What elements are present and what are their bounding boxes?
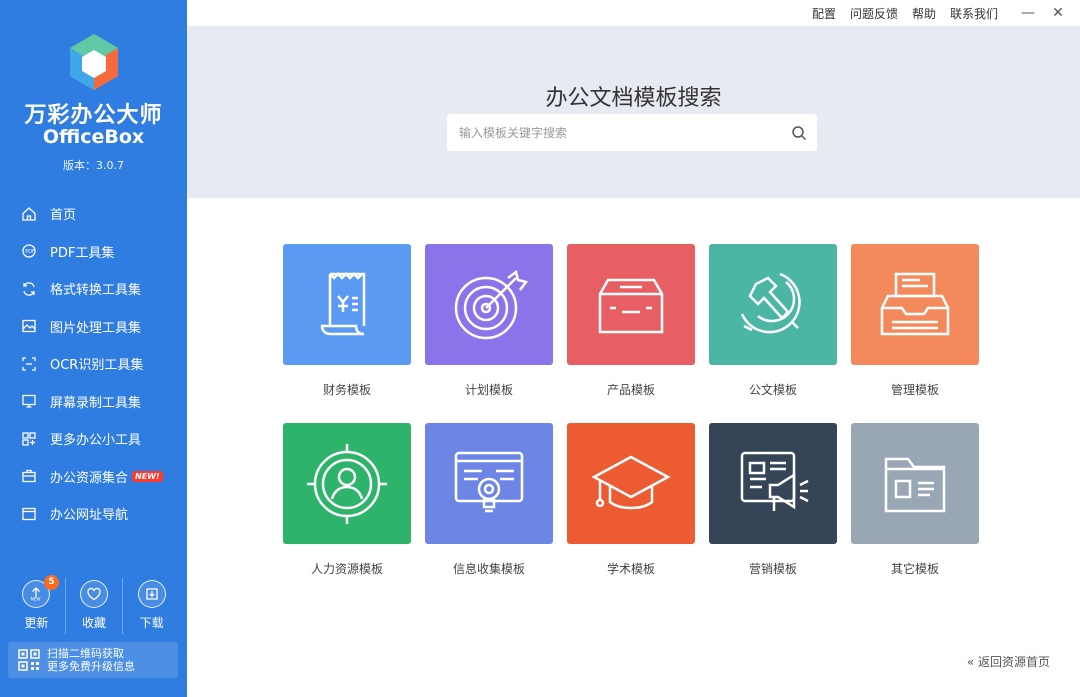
sidebar-item-screen-record[interactable]: 屏幕录制工具集 [0, 383, 187, 421]
sidebar-item-pdf[interactable]: PDF PDF工具集 [0, 233, 187, 271]
template-label-finance: 财务模板 [322, 383, 371, 397]
qr-promo[interactable]: 扫描二维码获取 更多免费升级信息 [8, 642, 178, 678]
qr-code-icon [18, 649, 40, 671]
home-icon [20, 205, 38, 223]
template-label-official-docs: 公文模板 [748, 383, 797, 397]
sidebar-item-label: 图片处理工具集 [50, 320, 142, 336]
folder-icon [884, 457, 946, 512]
sidebar-item-web-nav[interactable]: 办公网址导航 [0, 495, 187, 533]
sidebar-item-label: 格式转换工具集 [50, 283, 142, 299]
ocr-icon [20, 355, 38, 373]
favorite-label: 收藏 [82, 616, 107, 630]
template-label-info-collection: 信息收集模板 [452, 562, 525, 576]
close-button[interactable]: ✕ [1046, 5, 1070, 21]
sidebar-item-label: 首页 [50, 208, 77, 224]
file-tray-icon [880, 272, 950, 335]
contact-link[interactable]: 联系我们 [950, 5, 998, 22]
search-banner: 办公文档模板搜索 [187, 26, 1080, 198]
app-version: 版本：3.0.7 [63, 159, 124, 172]
template-label-product: 产品模板 [606, 383, 655, 397]
person-target-icon [307, 443, 387, 524]
download-icon [137, 580, 166, 608]
update-button[interactable]: NEW 5 更新 [8, 575, 65, 634]
template-tile-academic[interactable] [567, 423, 695, 544]
sidebar-item-resources[interactable]: 办公资源集合 NEW! [0, 458, 187, 496]
app-logo [66, 32, 122, 92]
update-count-badge: 5 [44, 575, 59, 590]
sidebar-item-label: OCR识别工具集 [50, 358, 144, 374]
sidebar-item-home[interactable]: 首页 [0, 195, 187, 233]
template-tile-management[interactable] [851, 244, 979, 365]
heart-icon [80, 580, 108, 608]
sidebar-item-convert[interactable]: 格式转换工具集 [0, 270, 187, 308]
download-button[interactable]: 下载 [122, 578, 180, 634]
sidebar-nav: 首页 PDF PDF工具集 格式转换工具集 图片处理工具集 OCR识别工具集 屏… [0, 195, 187, 533]
mortarboard-icon [591, 455, 671, 509]
search-title: 办公文档模板搜索 [545, 86, 722, 111]
sidebar-item-image[interactable]: 图片处理工具集 [0, 308, 187, 346]
sidebar-item-label: 更多办公小工具 [50, 433, 142, 449]
receipt-icon [320, 271, 366, 335]
template-tile-info-collection[interactable] [425, 423, 553, 544]
sidebar: 万彩办公大师 OfficeBox 版本：3.0.7 首页 PDF PDF工具集 … [0, 0, 187, 697]
browser-icon [20, 505, 38, 523]
search-box [447, 114, 817, 151]
sidebar-item-label: 屏幕录制工具集 [50, 395, 142, 411]
title-bar: 配置 问题反馈 帮助 联系我们 — ✕ [187, 0, 1080, 26]
update-label: 更新 [24, 616, 49, 630]
megaphone-icon [740, 451, 809, 511]
emblem-icon [740, 272, 801, 333]
target-icon [454, 269, 529, 339]
monitor-icon [20, 392, 38, 410]
search-icon[interactable] [781, 125, 817, 141]
app-name-english: OfficeBox [42, 126, 145, 148]
template-tile-hr[interactable] [283, 423, 411, 544]
feedback-link[interactable]: 问题反馈 [850, 5, 898, 22]
template-tile-plan[interactable] [425, 244, 553, 365]
template-label-other: 其它模板 [890, 562, 939, 576]
template-label-marketing: 营销模板 [748, 562, 797, 576]
sidebar-item-more-tools[interactable]: 更多办公小工具 [0, 420, 187, 458]
back-to-resources-link[interactable]: « 返回资源首页 [967, 653, 1050, 670]
web-search-icon [454, 451, 524, 512]
favorite-button[interactable]: 收藏 [64, 578, 123, 634]
bottom-actions: NEW 5 更新 收藏 下载 [8, 575, 180, 634]
apps-icon [20, 430, 38, 448]
convert-icon [20, 280, 38, 298]
sidebar-item-ocr[interactable]: OCR识别工具集 [0, 345, 187, 383]
app-name: 万彩办公大师 [24, 103, 163, 128]
template-label-academic: 学术模板 [606, 562, 655, 576]
settings-link[interactable]: 配置 [812, 5, 836, 22]
qr-line-2: 更多免费升级信息 [47, 660, 135, 673]
download-label: 下载 [139, 616, 164, 630]
svg-text:NEW: NEW [31, 597, 41, 602]
sidebar-item-label: 办公网址导航 [50, 508, 129, 524]
sidebar-item-label: PDF工具集 [50, 245, 115, 261]
template-label-management: 管理模板 [890, 383, 939, 397]
pdf-icon: PDF [20, 242, 38, 260]
briefcase-icon [20, 467, 38, 485]
help-link[interactable]: 帮助 [912, 5, 936, 22]
box-icon [598, 278, 664, 333]
search-input[interactable] [447, 114, 781, 151]
template-tile-finance[interactable] [283, 244, 411, 365]
minimize-button[interactable]: — [1016, 5, 1040, 21]
template-label-plan: 计划模板 [464, 383, 513, 397]
sidebar-item-label: 办公资源集合 [50, 470, 129, 486]
image-icon [20, 317, 38, 335]
template-tile-other[interactable] [851, 423, 979, 544]
template-label-hr: 人力资源模板 [310, 562, 383, 576]
template-tile-marketing[interactable] [709, 423, 837, 544]
template-tile-official-docs[interactable] [709, 244, 837, 365]
new-badge: NEW! [132, 470, 163, 482]
qr-line-1: 扫描二维码获取 [47, 647, 124, 660]
template-tile-product[interactable] [567, 244, 695, 365]
svg-text:PDF: PDF [25, 249, 35, 255]
